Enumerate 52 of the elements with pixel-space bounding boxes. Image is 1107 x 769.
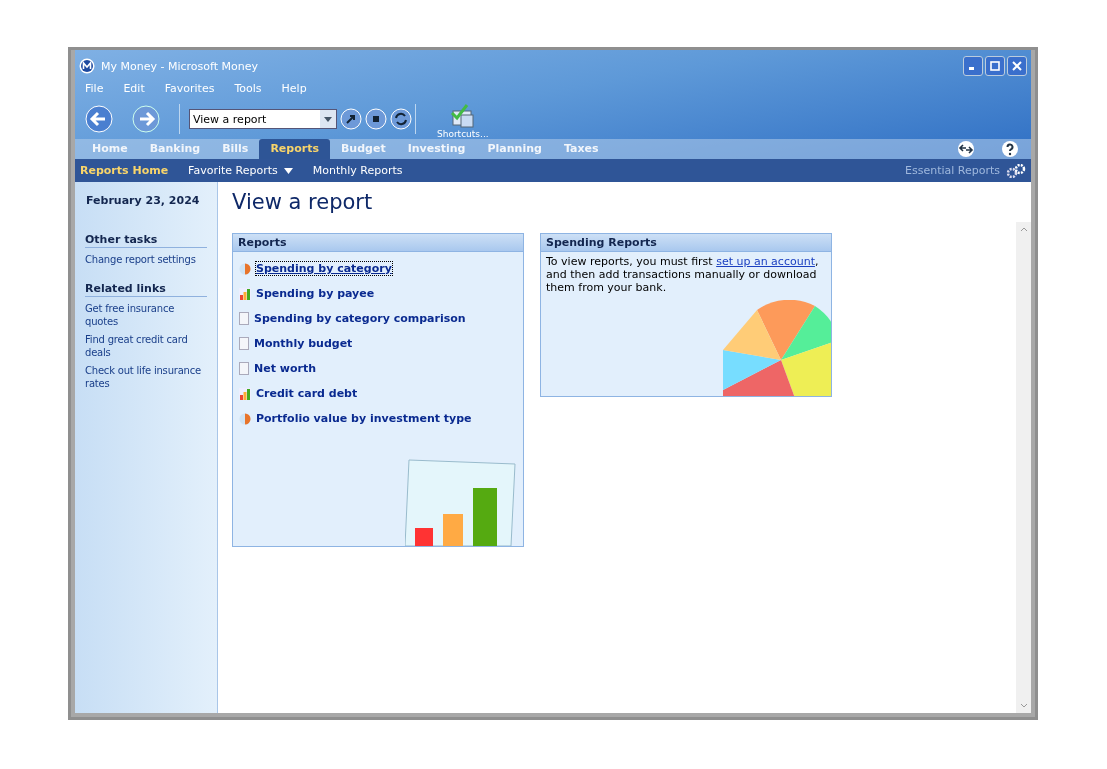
info-text: To view reports, you must first set up an account, and then add transactions manually or download them from your bank.	[545, 254, 820, 296]
sidebar-link[interactable]: Find great credit card deals	[85, 333, 207, 359]
subnav-link[interactable]: Reports Home	[80, 164, 169, 177]
maximize-button[interactable]	[985, 56, 1005, 76]
nav-tab[interactable]: Reports	[259, 139, 330, 159]
section-heading: Other tasks	[85, 233, 207, 248]
report-link[interactable]: Net worth	[254, 362, 316, 375]
report-link[interactable]: Monthly budget	[254, 337, 353, 350]
maximize-icon	[990, 61, 1000, 71]
section-heading: Related links	[85, 282, 207, 297]
page-title: View a report	[232, 190, 374, 214]
app-logo-icon	[79, 58, 95, 74]
sidebar-link[interactable]: Get free insurance quotes	[85, 302, 207, 328]
shortcuts-checkmark-icon	[448, 103, 477, 129]
menu-item[interactable]: Help	[281, 82, 307, 95]
document-icon	[239, 312, 249, 325]
subnav-link[interactable]: Favorite Reports	[188, 164, 293, 177]
report-link[interactable]: Spending by category comparison	[254, 312, 466, 325]
pie-chart-icon	[239, 262, 251, 275]
subnav-link[interactable]: Monthly Reports	[312, 164, 403, 177]
setup-account-link[interactable]: set up an account	[716, 255, 815, 268]
vertical-scrollbar[interactable]	[1016, 222, 1031, 713]
gears-icon	[1006, 163, 1026, 178]
window-title: My Money - Microsoft Money	[101, 59, 258, 73]
report-link[interactable]: Portfolio value by investment type	[256, 412, 472, 425]
close-icon	[1012, 61, 1022, 71]
scroll-down-icon[interactable]	[1019, 703, 1028, 709]
report-link[interactable]: Credit card debt	[256, 387, 358, 400]
pie-chart-icon	[239, 412, 251, 425]
panel-header: Reports	[233, 234, 523, 252]
essential-reports-link[interactable]: Essential Reports	[905, 164, 1000, 177]
document-icon	[239, 337, 249, 350]
close-button[interactable]	[1007, 56, 1027, 76]
refresh-icon[interactable]	[390, 108, 412, 130]
report-link[interactable]: Spending by payee	[256, 287, 375, 300]
shortcuts-button[interactable]: Shortcuts...	[437, 103, 489, 139]
current-date: February 23, 2024	[85, 194, 201, 207]
help-icon[interactable]	[1001, 140, 1019, 158]
bar-chart-icon	[239, 387, 251, 400]
address-combo-box[interactable]: View a report	[189, 109, 337, 129]
report-link[interactable]: Spending by category	[256, 262, 392, 275]
scroll-up-icon[interactable]	[1019, 226, 1028, 232]
minimize-button[interactable]	[963, 56, 983, 76]
menu-item[interactable]: Tools	[234, 82, 262, 95]
stop-icon[interactable]	[365, 108, 387, 130]
sidebar-link[interactable]: Change report settings	[85, 253, 207, 266]
document-icon	[239, 362, 249, 375]
sidebar-link[interactable]: Check out life insurance rates	[85, 364, 207, 390]
sync-arrows-icon[interactable]	[957, 140, 975, 158]
bar-chart-icon	[239, 287, 251, 300]
panel-header: Spending Reports	[541, 234, 831, 252]
caret-icon	[324, 116, 332, 122]
